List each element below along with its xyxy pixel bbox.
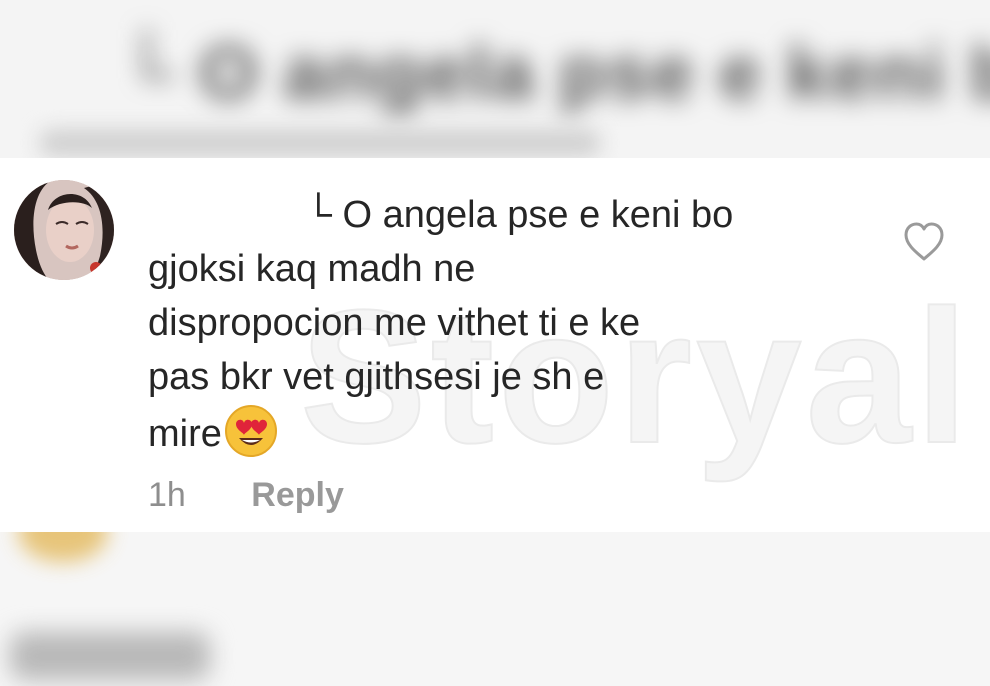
comment-card: Storyal └ O angela pse e keni bo gjoksi …: [0, 158, 990, 532]
comment-line: pas bkr vet gjithsesi je sh e: [148, 356, 605, 398]
blurred-next-comment: [0, 532, 990, 686]
blurred-avatar: [18, 532, 108, 562]
comment-body: └ O angela pse e keni bo gjoksi kaq madh…: [148, 188, 848, 461]
screenshot-page: └ O angela pse e keni bo Storyal └ O ang…: [0, 0, 990, 686]
comment-line-text: mire: [148, 413, 222, 455]
avatar-image: [14, 180, 114, 280]
comment-line: dispropocion me vithet ti e ke: [148, 302, 641, 344]
comment-line: gjoksi kaq madh ne: [148, 248, 476, 290]
comment-meta: 1h Reply: [148, 476, 344, 515]
profile-avatar[interactable]: [14, 180, 114, 280]
comment-line: └ O angela pse e keni bo: [305, 194, 734, 236]
reply-button[interactable]: Reply: [251, 476, 344, 515]
blurred-line: [40, 130, 600, 156]
blurred-header-text: └ O angela pse e keni bo: [120, 31, 990, 116]
comment-last-line: mire: [148, 404, 848, 461]
blurred-reply-text: [10, 632, 210, 680]
heart-eyes-emoji-icon: [224, 405, 277, 457]
comment-time: 1h: [148, 476, 186, 514]
heart-outline-icon[interactable]: [900, 218, 948, 266]
blurred-previous-comment: └ O angela pse e keni bo: [0, 0, 990, 160]
